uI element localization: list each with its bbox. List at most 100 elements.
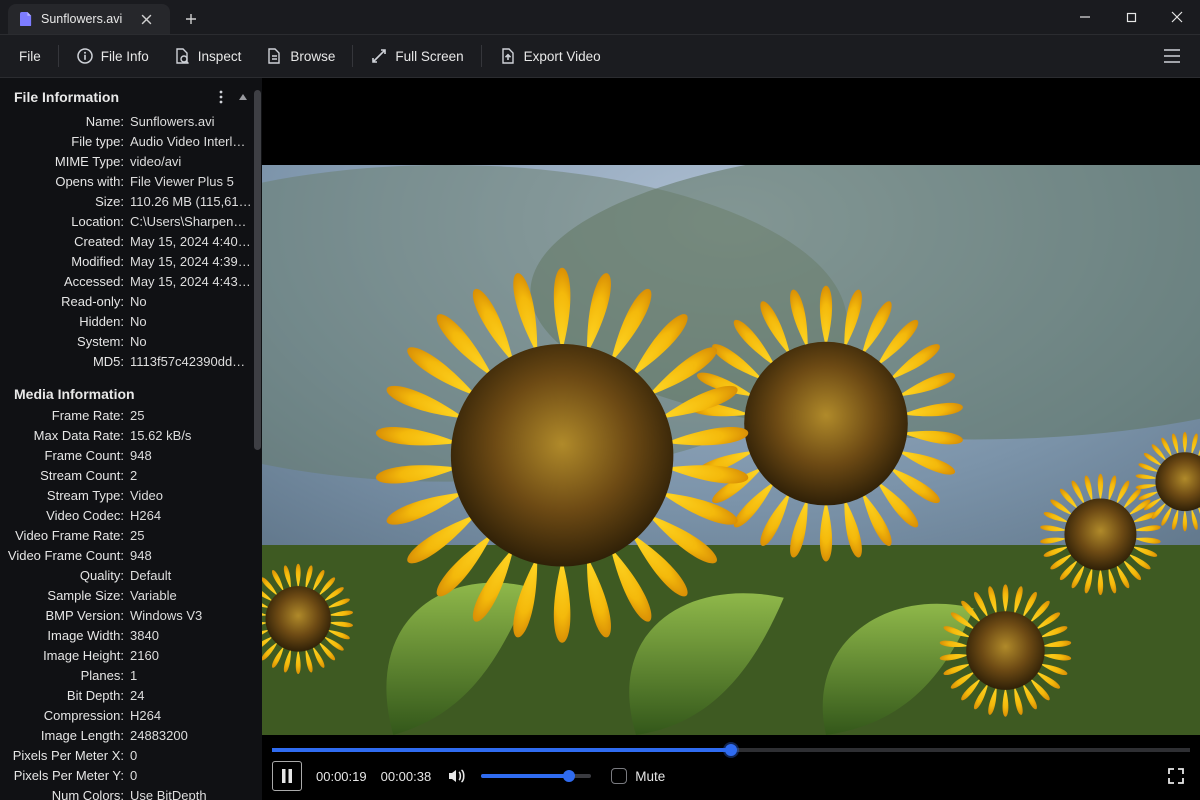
- info-row: Name:Sunflowers.avi: [0, 112, 262, 132]
- info-value: Default: [130, 566, 252, 586]
- full-screen-button[interactable]: Full Screen: [359, 41, 474, 71]
- volume-icon[interactable]: [445, 765, 467, 787]
- info-label: Compression:: [0, 706, 130, 726]
- info-row: Hidden:No: [0, 312, 262, 332]
- mute-toggle[interactable]: Mute: [611, 768, 665, 784]
- info-row: Video Frame Count:948: [0, 546, 262, 566]
- info-label: Video Frame Rate:: [0, 526, 130, 546]
- info-label: MIME Type:: [0, 152, 130, 172]
- info-row: Created:May 15, 2024 4:40 PM: [0, 232, 262, 252]
- info-row: BMP Version:Windows V3: [0, 606, 262, 626]
- hamburger-menu[interactable]: [1152, 43, 1192, 69]
- tab-close-button[interactable]: [136, 9, 156, 29]
- info-value: 15.62 kB/s: [130, 426, 252, 446]
- panel-collapse-button[interactable]: [232, 86, 254, 108]
- info-value: No: [130, 332, 252, 352]
- maximize-button[interactable]: [1108, 0, 1154, 34]
- info-label: Created:: [0, 232, 130, 252]
- minimize-button[interactable]: [1062, 0, 1108, 34]
- info-row: Compression:H264: [0, 706, 262, 726]
- info-label: MD5:: [0, 352, 130, 372]
- info-value: Audio Video Interleave Fil...: [130, 132, 252, 152]
- info-label: Video Frame Count:: [0, 546, 130, 566]
- info-list[interactable]: Name:Sunflowers.aviFile type:Audio Video…: [0, 110, 262, 800]
- info-row: Max Data Rate:15.62 kB/s: [0, 426, 262, 446]
- window-controls: [1062, 0, 1200, 34]
- video-frame-image: [262, 165, 1200, 735]
- info-row: Stream Count:2: [0, 466, 262, 486]
- info-value: 0: [130, 766, 252, 786]
- player-fullscreen-button[interactable]: [1162, 762, 1190, 790]
- info-row: Image Length:24883200: [0, 726, 262, 746]
- seek-handle[interactable]: [725, 744, 737, 756]
- info-value: Sunflowers.avi: [130, 112, 252, 132]
- seek-fill: [272, 748, 731, 752]
- sidebar-scrollbar[interactable]: [253, 84, 262, 794]
- panel-menu-button[interactable]: [210, 86, 232, 108]
- active-tab[interactable]: Sunflowers.avi: [8, 4, 170, 34]
- info-value: File Viewer Plus 5: [130, 172, 252, 192]
- info-label: Quality:: [0, 566, 130, 586]
- info-value: H264: [130, 506, 252, 526]
- volume-handle[interactable]: [563, 770, 575, 782]
- close-button[interactable]: [1154, 0, 1200, 34]
- info-row: Read-only:No: [0, 292, 262, 312]
- info-row: Pixels Per Meter X:0: [0, 746, 262, 766]
- info-row: Quality:Default: [0, 566, 262, 586]
- info-value: 2: [130, 466, 252, 486]
- info-icon: [76, 47, 94, 65]
- mute-label: Mute: [635, 769, 665, 784]
- duration: 00:00:38: [381, 769, 432, 784]
- scrollbar-thumb[interactable]: [254, 90, 261, 450]
- file-info-button[interactable]: File Info: [65, 41, 160, 71]
- info-row: Planes:1: [0, 666, 262, 686]
- info-value: 948: [130, 546, 252, 566]
- current-time: 00:00:19: [316, 769, 367, 784]
- info-label: Modified:: [0, 252, 130, 272]
- info-label: Frame Rate:: [0, 406, 130, 426]
- export-video-label: Export Video: [524, 49, 601, 64]
- info-row: System:No: [0, 332, 262, 352]
- info-label: Accessed:: [0, 272, 130, 292]
- info-row: Sample Size:Variable: [0, 586, 262, 606]
- info-value: Windows V3: [130, 606, 252, 626]
- info-label: File type:: [0, 132, 130, 152]
- info-label: Stream Type:: [0, 486, 130, 506]
- tab-title: Sunflowers.avi: [41, 12, 122, 26]
- video-viewport[interactable]: [262, 78, 1200, 748]
- info-value: 2160: [130, 646, 252, 666]
- browse-button[interactable]: Browse: [254, 41, 346, 71]
- info-label: System:: [0, 332, 130, 352]
- volume-fill: [481, 774, 569, 778]
- file-info-header: File Information: [0, 78, 262, 110]
- file-menu[interactable]: File: [8, 43, 52, 70]
- info-label: Max Data Rate:: [0, 426, 130, 446]
- info-value: H264: [130, 706, 252, 726]
- mute-checkbox[interactable]: [611, 768, 627, 784]
- info-value: Variable: [130, 586, 252, 606]
- app-window: Sunflowers.avi File: [0, 0, 1200, 800]
- export-video-button[interactable]: Export Video: [488, 41, 612, 71]
- info-label: Opens with:: [0, 172, 130, 192]
- body: File Information Name:Sunflowers.aviFile…: [0, 78, 1200, 800]
- new-tab-button[interactable]: [176, 4, 206, 34]
- volume-slider[interactable]: [481, 774, 591, 778]
- info-row: Image Height:2160: [0, 646, 262, 666]
- browse-icon: [265, 47, 283, 65]
- info-value: 24883200: [130, 726, 252, 746]
- file-info-title: File Information: [14, 89, 119, 105]
- info-value: 3840: [130, 626, 252, 646]
- info-row: Image Width:3840: [0, 626, 262, 646]
- info-value: 24: [130, 686, 252, 706]
- info-row: Modified:May 15, 2024 4:39 PM: [0, 252, 262, 272]
- info-label: BMP Version:: [0, 606, 130, 626]
- info-value: May 15, 2024 4:43 PM: [130, 272, 252, 292]
- info-row: Size:110.26 MB (115,618,362 by...: [0, 192, 262, 212]
- info-label: Pixels Per Meter X:: [0, 746, 130, 766]
- play-pause-button[interactable]: [272, 761, 302, 791]
- info-label: Hidden:: [0, 312, 130, 332]
- file-info-label: File Info: [101, 49, 149, 64]
- inspect-button[interactable]: Inspect: [162, 41, 253, 71]
- seek-bar[interactable]: [272, 748, 1190, 752]
- info-label: Planes:: [0, 666, 130, 686]
